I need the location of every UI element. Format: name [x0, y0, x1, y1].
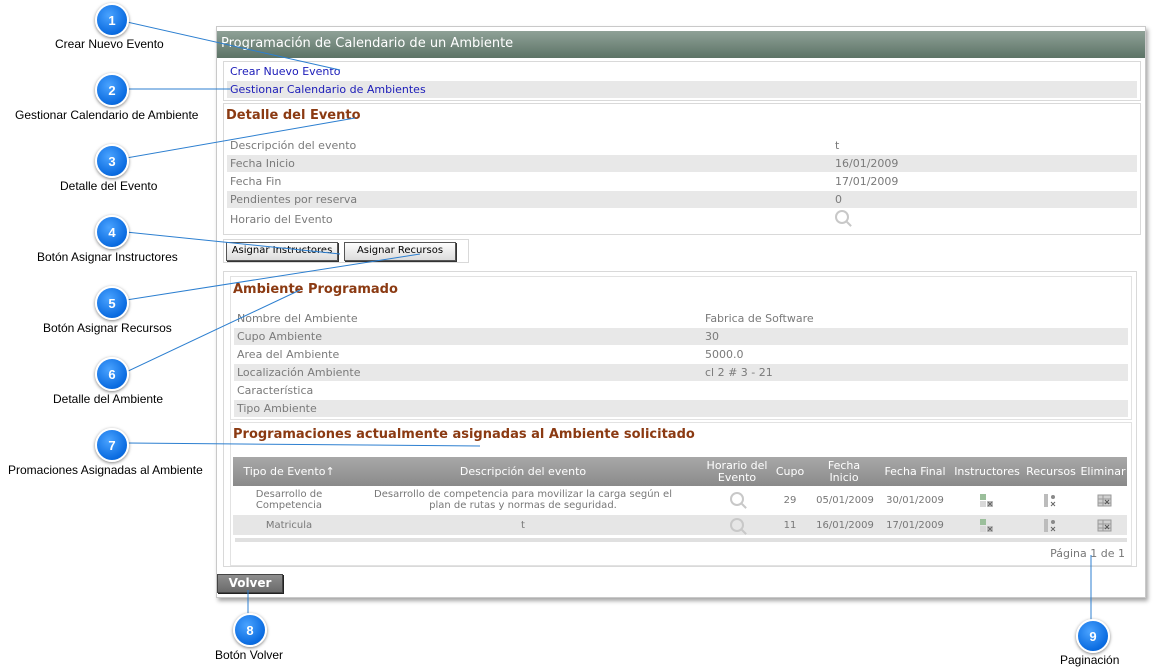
asignar-recursos-button[interactable]: Asignar Recursos [344, 242, 456, 261]
col-fecha-inicio[interactable]: Fecha Inicio [811, 460, 877, 484]
col-tipo[interactable]: Tipo de Evento↑ [241, 466, 337, 478]
col-eliminar[interactable]: Eliminar [1079, 466, 1127, 478]
table-row: Matricula t 11 16/01/2009 17/01/2009 [233, 515, 1127, 535]
col-descripcion[interactable]: Descripción del evento [343, 466, 703, 478]
col-instructores[interactable]: Instructores [951, 466, 1023, 478]
event-row: Fecha Inicio 16/01/2009 [227, 155, 1137, 172]
schedules-panel: Programaciones actualmente asignadas al … [230, 422, 1132, 566]
environment-row: Tipo Ambiente [234, 400, 1128, 417]
callout-3: 3 [95, 144, 129, 178]
col-fecha-final[interactable]: Fecha Final [881, 466, 949, 478]
callout-6: 6 [95, 357, 129, 391]
environment-row: Area del Ambiente 5000.0 [237, 348, 744, 361]
asignar-instructores-button[interactable]: Asignar Instructores [226, 242, 338, 261]
callout-5: 5 [95, 286, 129, 320]
environment-panel: Ambiente Programado Nombre del Ambiente F… [223, 271, 1137, 567]
callout-label-2: Gestionar Calendario de Ambiente [15, 108, 199, 122]
schedules-table-header: Tipo de Evento↑ Descripción del evento H… [233, 457, 1127, 486]
callout-label-5: Botón Asignar Recursos [43, 321, 172, 335]
callout-label-9: Paginación [1060, 653, 1120, 667]
volver-button[interactable]: Volver [217, 574, 283, 593]
event-row: Fecha Fin 17/01/2009 [230, 175, 899, 188]
environment-row: Nombre del Ambiente Fabrica de Software [237, 312, 814, 325]
col-recursos[interactable]: Recursos [1023, 466, 1079, 478]
event-row: Horario del Evento [227, 209, 1137, 229]
callout-label-8: Botón Volver [215, 648, 284, 662]
schedules-title: Programaciones actualmente asignadas al … [233, 427, 695, 442]
assign-resource-icon[interactable] [1043, 518, 1058, 533]
window-title: Programación de Calendario de un Ambient… [217, 31, 1145, 58]
horario-search-icon[interactable] [727, 492, 747, 509]
pagination: Página 1 de 1 [1050, 547, 1125, 560]
environment-detail: Ambiente Programado Nombre del Ambiente F… [230, 276, 1132, 420]
environment-title: Ambiente Programado [233, 282, 398, 297]
col-cupo[interactable]: Cupo [773, 466, 807, 478]
callout-8: 8 [233, 613, 267, 647]
delete-grid-icon[interactable] [1097, 518, 1112, 533]
horario-search-icon[interactable] [727, 518, 747, 535]
assign-instructor-icon[interactable] [979, 518, 994, 533]
col-horario[interactable]: Horario del Evento [703, 460, 771, 484]
event-detail-title: Detalle del Evento [226, 108, 361, 123]
environment-row: Localización Ambiente cl 2 # 3 - 21 [234, 364, 1128, 381]
table-row: Desarrollo de Competencia Desarrollo de c… [233, 487, 1127, 513]
event-row: Pendientes por reserva 0 [227, 191, 1137, 208]
callout-label-3: Detalle del Evento [60, 179, 158, 193]
callout-label-4: Botón Asignar Instructores [37, 250, 178, 264]
environment-row: Cupo Ambiente 30 [234, 328, 1128, 345]
event-detail-panel: Detalle del Evento Descripción del event… [223, 103, 1141, 235]
assign-instructor-icon[interactable] [979, 493, 994, 508]
action-button-bar: Asignar Instructores Asignar Recursos [223, 239, 469, 263]
event-row: Descripción del evento t [230, 139, 840, 152]
table-footer-bar [235, 538, 1127, 542]
horario-evento-search-icon[interactable] [835, 210, 849, 229]
assign-resource-icon[interactable] [1043, 493, 1058, 508]
callout-4: 4 [95, 215, 129, 249]
callout-9: 9 [1076, 619, 1110, 653]
callout-7: 7 [95, 428, 129, 462]
gestionar-calendario-link[interactable]: Gestionar Calendario de Ambientes [230, 81, 426, 98]
callout-label-1: Crear Nuevo Evento [55, 37, 164, 51]
callout-label-6: Detalle del Ambiente [53, 392, 164, 406]
crear-evento-link[interactable]: Crear Nuevo Evento [230, 63, 340, 80]
environment-row: Característica [237, 384, 314, 397]
callout-2: 2 [95, 73, 129, 107]
delete-grid-icon[interactable] [1097, 493, 1112, 508]
callout-1: 1 [95, 3, 129, 37]
callout-label-7: Promaciones Asignadas al Ambiente [8, 463, 203, 477]
main-window: Programación de Calendario de un Ambient… [216, 26, 1146, 598]
links-panel: Crear Nuevo Evento Gestionar Calendario … [223, 61, 1141, 101]
